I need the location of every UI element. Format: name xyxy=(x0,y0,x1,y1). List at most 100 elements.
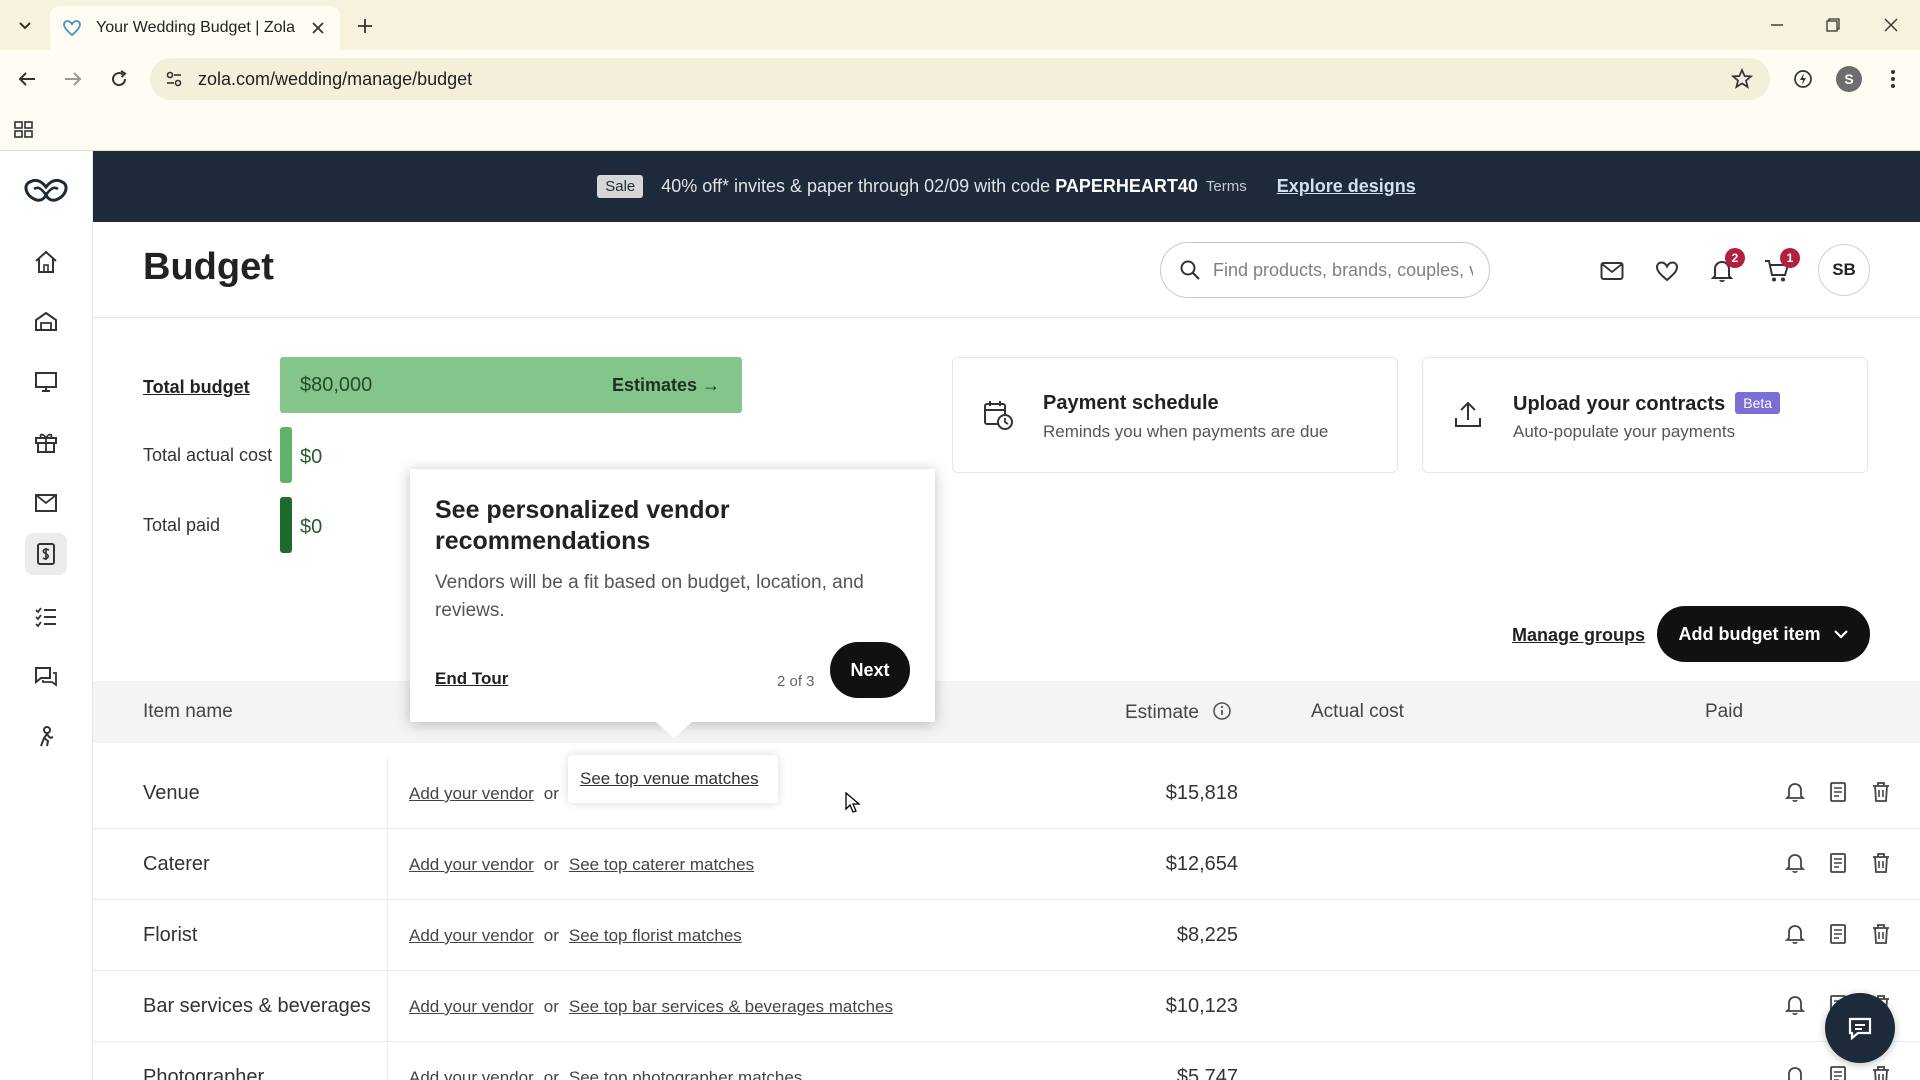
browser-tab-active[interactable]: Your Wedding Budget | Zola xyxy=(50,6,340,50)
add-your-vendor-link[interactable]: Add your vendor xyxy=(409,1068,534,1080)
explore-designs-link[interactable]: Explore designs xyxy=(1277,176,1416,197)
promo-terms-link[interactable]: Terms xyxy=(1206,178,1247,195)
user-avatar[interactable]: SB xyxy=(1818,244,1870,296)
notes-icon[interactable] xyxy=(1826,780,1850,804)
table-row: Bar services & beverages Add your vendor o… xyxy=(93,971,1920,1042)
estimate-value[interactable]: $15,818 xyxy=(1093,782,1238,805)
promo-code: PAPERHEART40 xyxy=(1055,176,1198,196)
item-name[interactable]: Photographer xyxy=(143,1066,264,1080)
performance-icon[interactable] xyxy=(1788,64,1818,94)
guest-list-icon[interactable] xyxy=(30,721,62,753)
zola-logo-icon[interactable] xyxy=(22,177,70,207)
chevron-down-icon xyxy=(1833,630,1848,639)
or-separator: or xyxy=(543,855,559,874)
window-close-icon[interactable] xyxy=(1876,10,1906,40)
reload-icon[interactable] xyxy=(104,64,134,94)
back-arrow-icon[interactable] xyxy=(12,64,42,94)
total-budget-link[interactable]: Total budget xyxy=(143,377,250,398)
see-top-matches-link[interactable]: See top caterer matches xyxy=(569,855,754,874)
column-actual-cost: Actual cost xyxy=(1311,701,1404,722)
upload-contracts-card[interactable]: Upload your contracts Beta Auto-populate … xyxy=(1422,357,1868,473)
checklist-icon[interactable] xyxy=(30,601,62,633)
website-icon[interactable] xyxy=(30,366,62,398)
invitations-icon[interactable] xyxy=(30,486,62,518)
delete-trash-icon[interactable] xyxy=(1869,1064,1893,1080)
estimate-value[interactable]: $10,123 xyxy=(1093,995,1238,1018)
column-paid: Paid xyxy=(1705,701,1744,722)
minimize-icon[interactable] xyxy=(1762,10,1792,40)
add-your-vendor-link[interactable]: Add your vendor xyxy=(409,855,534,874)
column-estimate: Estimate xyxy=(1125,701,1232,724)
reminder-bell-icon[interactable] xyxy=(1783,1064,1807,1080)
address-bar[interactable]: zola.com/wedding/manage/budget xyxy=(150,58,1770,100)
promo-banner: Sale 40% off* invites & paper through 02… xyxy=(93,151,1920,222)
tab-search-icon[interactable] xyxy=(12,12,38,38)
item-name[interactable]: Venue xyxy=(143,782,200,805)
see-top-matches-link[interactable]: See top bar services & beverages matches xyxy=(569,997,893,1016)
vendor-cell: Add your vendor or See top caterer matches xyxy=(409,855,754,875)
notes-icon[interactable] xyxy=(1826,1064,1850,1080)
total-budget-bar[interactable]: $80,000 Estimates → xyxy=(280,357,742,413)
tour-next-button[interactable]: Next xyxy=(830,642,910,698)
budget-icon[interactable] xyxy=(30,538,62,570)
delete-trash-icon[interactable] xyxy=(1869,851,1893,875)
tour-highlight[interactable]: See top venue matches xyxy=(568,755,778,803)
registry-gift-icon[interactable] xyxy=(30,426,62,458)
home-icon[interactable] xyxy=(30,246,62,278)
tab-title: Your Wedding Budget | Zola xyxy=(96,19,295,36)
end-tour-link[interactable]: End Tour xyxy=(435,669,508,689)
page-header: Budget 2 1 SB xyxy=(93,222,1920,318)
favorites-heart-icon[interactable] xyxy=(1652,256,1682,286)
tour-highlight-link[interactable]: See top venue matches xyxy=(580,769,759,789)
item-name[interactable]: Caterer xyxy=(143,853,210,876)
item-name[interactable]: Bar services & beverages xyxy=(143,995,371,1018)
tab-close-icon[interactable] xyxy=(308,18,328,38)
notes-icon[interactable] xyxy=(1826,922,1850,946)
delete-trash-icon[interactable] xyxy=(1869,780,1893,804)
search-box[interactable] xyxy=(1160,242,1490,298)
tab-groups-icon[interactable] xyxy=(12,118,36,142)
see-top-matches-link[interactable]: See top photographer matches xyxy=(569,1068,802,1080)
add-your-vendor-link[interactable]: Add your vendor xyxy=(409,784,534,803)
estimate-value[interactable]: $12,654 xyxy=(1093,853,1238,876)
vendor-cell: Add your vendor or See top bar services & … xyxy=(409,997,893,1017)
forward-arrow-icon[interactable] xyxy=(58,64,88,94)
bookmark-star-icon[interactable] xyxy=(1730,67,1754,91)
reminder-bell-icon[interactable] xyxy=(1783,851,1807,875)
search-input[interactable] xyxy=(1213,259,1473,281)
reminder-bell-icon[interactable] xyxy=(1783,780,1807,804)
mail-icon[interactable] xyxy=(1597,256,1627,286)
notifications-bell-icon[interactable]: 2 xyxy=(1707,248,1745,286)
add-your-vendor-link[interactable]: Add your vendor xyxy=(409,997,534,1016)
chat-button[interactable] xyxy=(1825,993,1895,1063)
add-your-vendor-link[interactable]: Add your vendor xyxy=(409,926,534,945)
reminder-bell-icon[interactable] xyxy=(1783,922,1807,946)
reminder-bell-icon[interactable] xyxy=(1783,993,1807,1017)
tour-body: Vendors will be a fit based on budget, l… xyxy=(435,572,864,621)
total-paid-label: Total paid xyxy=(143,515,221,535)
new-tab-icon[interactable] xyxy=(352,13,378,39)
restore-icon[interactable] xyxy=(1818,10,1848,40)
manage-groups-link[interactable]: Manage groups xyxy=(1512,625,1645,646)
delete-trash-icon[interactable] xyxy=(1869,922,1893,946)
payment-schedule-card[interactable]: Payment schedule Reminds you when paymen… xyxy=(952,357,1398,473)
estimate-value[interactable]: $8,225 xyxy=(1093,924,1238,947)
estimates-link[interactable]: Estimates → xyxy=(612,375,720,396)
url-text: zola.com/wedding/manage/budget xyxy=(198,68,473,89)
row-actions xyxy=(1783,1064,1893,1080)
add-budget-item-button[interactable]: Add budget item xyxy=(1657,606,1870,662)
sale-badge: Sale xyxy=(597,175,644,198)
upload-contracts-title: Upload your contracts Beta xyxy=(1513,392,1781,416)
profile-avatar-icon[interactable]: S xyxy=(1834,64,1864,94)
messages-icon[interactable] xyxy=(30,661,62,693)
estimate-value[interactable]: $5,747 xyxy=(1093,1066,1238,1080)
site-settings-icon[interactable] xyxy=(162,67,186,91)
kebab-menu-icon[interactable] xyxy=(1878,64,1908,94)
venue-icon[interactable] xyxy=(30,306,62,338)
vendor-cell: Add your vendor or See top florist matches xyxy=(409,926,742,946)
cart-icon[interactable]: 1 xyxy=(1762,248,1800,286)
item-name[interactable]: Florist xyxy=(143,924,197,947)
info-icon[interactable] xyxy=(1212,701,1232,721)
see-top-matches-link[interactable]: See top florist matches xyxy=(569,926,742,945)
notes-icon[interactable] xyxy=(1826,851,1850,875)
